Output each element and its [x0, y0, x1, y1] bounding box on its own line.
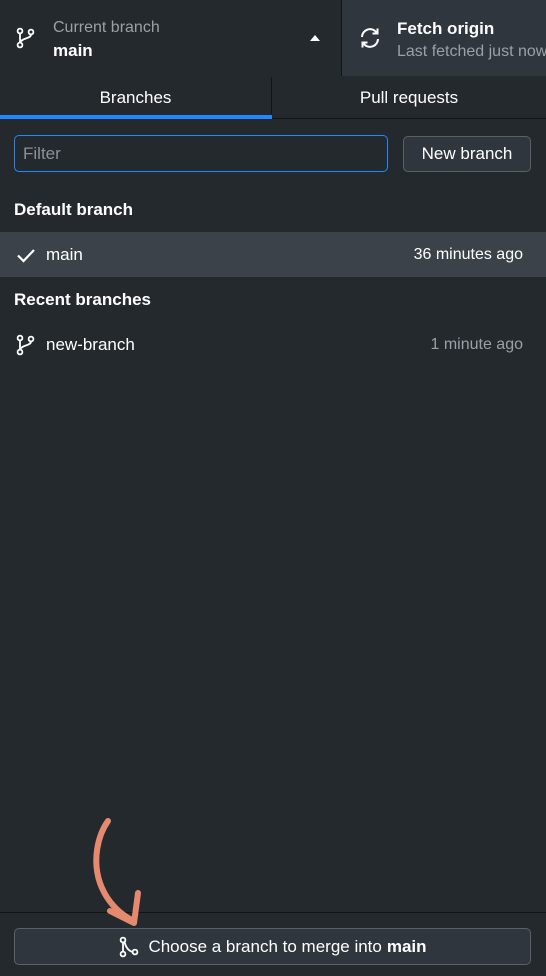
- recent-branches-heading: Recent branches: [14, 290, 151, 309]
- tab-branches-label: Branches: [99, 88, 172, 107]
- toolbar: Current branch main Fetch origin Last fe…: [0, 0, 546, 76]
- git-branch-icon: [16, 334, 35, 356]
- branch-item-new-branch[interactable]: new-branch 1 minute ago: [0, 322, 546, 367]
- branch-item-main[interactable]: main 36 minutes ago: [0, 232, 546, 277]
- merge-target-branch: main: [386, 936, 427, 956]
- annotation-arrow: [93, 818, 141, 926]
- branch-name: new-branch: [46, 335, 135, 354]
- fetch-origin-button[interactable]: Fetch origin Last fetched just now: [342, 0, 546, 76]
- git-branch-icon: [16, 27, 35, 49]
- current-branch-toggle[interactable]: Current branch main: [0, 0, 342, 76]
- tab-pull-requests-label: Pull requests: [359, 88, 459, 107]
- merge-branch-button[interactable]: Choose a branch to merge into main: [14, 928, 531, 965]
- filter-input[interactable]: [14, 135, 388, 172]
- tab-bar: Branches Pull requests: [0, 77, 546, 119]
- branch-time: 36 minutes ago: [413, 246, 523, 263]
- new-branch-button[interactable]: New branch: [403, 136, 531, 172]
- last-fetched-text: Last fetched just now: [397, 43, 546, 60]
- check-icon: [17, 249, 35, 263]
- sync-icon: [361, 28, 379, 48]
- git-merge-icon: [120, 936, 139, 957]
- caret-up-icon: [310, 35, 320, 41]
- tab-branches[interactable]: Branches: [0, 77, 272, 119]
- branch-name: main: [46, 245, 83, 264]
- current-branch-label: Current branch: [53, 19, 160, 36]
- active-tab-indicator: [0, 115, 272, 119]
- default-branch-heading: Default branch: [14, 200, 134, 219]
- merge-button-text: Choose a branch to merge into: [148, 936, 382, 956]
- current-branch-name: main: [53, 41, 93, 60]
- branch-time: 1 minute ago: [430, 336, 523, 353]
- tab-pull-requests[interactable]: Pull requests: [272, 77, 546, 119]
- fetch-origin-title: Fetch origin: [397, 19, 495, 38]
